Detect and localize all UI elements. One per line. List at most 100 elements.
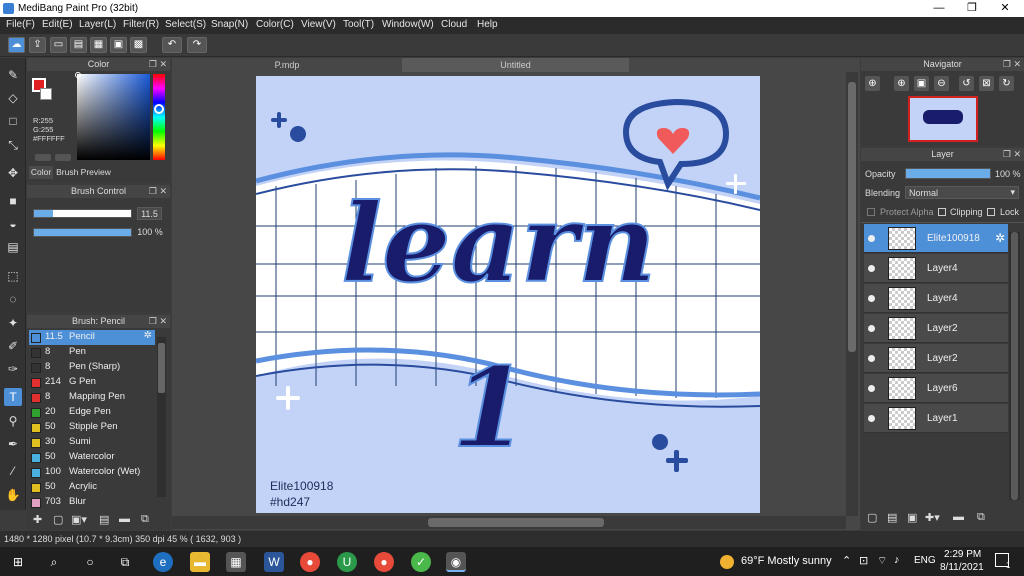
brush-list-scrollbar[interactable] bbox=[157, 337, 166, 497]
rotate-right-icon[interactable]: ↻ bbox=[999, 76, 1014, 91]
rectangle-tool-icon[interactable]: □ bbox=[4, 112, 22, 130]
language-indicator[interactable]: ENG bbox=[914, 555, 936, 566]
menu-color[interactable]: Color(C) bbox=[256, 19, 294, 30]
upload-icon[interactable]: ⇪ bbox=[29, 37, 46, 53]
gradient-tool-icon[interactable]: ▤ bbox=[4, 238, 22, 256]
secondary-color-swatch[interactable] bbox=[40, 88, 52, 100]
close-button[interactable]: ✕ bbox=[988, 0, 1022, 17]
zoom-plus-icon[interactable]: ⊕ bbox=[894, 76, 909, 91]
gear-icon[interactable]: ✲ bbox=[144, 330, 152, 341]
protect-alpha-checkbox[interactable] bbox=[867, 208, 875, 216]
menu-filter[interactable]: Filter(R) bbox=[123, 19, 159, 30]
brush-size-slider[interactable] bbox=[33, 209, 132, 218]
color-picker-cursor[interactable] bbox=[75, 72, 81, 78]
panel-close-icon[interactable]: ❐ ✕ bbox=[149, 58, 167, 71]
color-mode-button[interactable] bbox=[35, 154, 51, 161]
layer-row[interactable]: Layer1 bbox=[864, 404, 1008, 433]
layer-duplicate-icon[interactable]: ⧉ bbox=[977, 511, 985, 524]
brush-tool-icon[interactable]: ✎ bbox=[4, 66, 22, 84]
app-u-icon[interactable]: U bbox=[337, 552, 357, 572]
visibility-eye-icon[interactable] bbox=[868, 265, 875, 272]
brush-size-value[interactable]: 11.5 bbox=[137, 207, 162, 220]
brush-item[interactable]: 30 Sumi bbox=[29, 435, 155, 450]
menu-select[interactable]: Select(S) bbox=[165, 19, 206, 30]
doc-tab-untitled[interactable]: Untitled bbox=[402, 58, 629, 72]
doc-tab-pmdp[interactable]: P.mdp bbox=[172, 58, 402, 72]
lock-checkbox[interactable] bbox=[987, 208, 995, 216]
tab-brush-preview[interactable]: Brush Preview bbox=[56, 166, 111, 179]
volume-icon[interactable]: ♪ bbox=[894, 554, 900, 566]
chrome-icon[interactable]: ● bbox=[300, 552, 320, 572]
fill-rect-tool-icon[interactable]: ■ bbox=[4, 192, 22, 210]
brush-item[interactable]: 50 Stipple Pen bbox=[29, 420, 155, 435]
brush-opacity-slider[interactable] bbox=[33, 228, 132, 237]
saturation-value-picker[interactable] bbox=[77, 74, 150, 160]
brush-item[interactable]: 8 Pen (Sharp) bbox=[29, 360, 155, 375]
menu-cloud[interactable]: Cloud bbox=[441, 19, 467, 30]
panel-close-icon[interactable]: ❐ ✕ bbox=[1003, 58, 1021, 71]
hue-slider[interactable] bbox=[153, 74, 165, 160]
panel-close-icon[interactable]: ❐ ✕ bbox=[149, 315, 167, 328]
brush-item[interactable]: 8 Mapping Pen bbox=[29, 390, 155, 405]
menu-view[interactable]: View(V) bbox=[301, 19, 336, 30]
brush-menu-icon[interactable]: ▣▾ bbox=[71, 513, 87, 526]
edge-icon[interactable]: e bbox=[153, 552, 173, 572]
line-tool-icon[interactable]: ⤡ bbox=[4, 136, 22, 154]
menu-window[interactable]: Window(W) bbox=[382, 19, 434, 30]
visibility-eye-icon[interactable] bbox=[868, 295, 875, 302]
color-swap-button[interactable] bbox=[55, 154, 71, 161]
medibang-taskbar-icon[interactable]: ◉ bbox=[446, 552, 466, 572]
menu-tool[interactable]: Tool(T) bbox=[343, 19, 374, 30]
layer-list-scrollbar[interactable] bbox=[1009, 232, 1020, 500]
navigator-preview[interactable] bbox=[908, 96, 978, 142]
wifi-icon[interactable]: ⌔ bbox=[877, 554, 887, 568]
brush-delete-icon[interactable]: ⧉ bbox=[141, 513, 149, 526]
tab-color[interactable]: Color bbox=[29, 166, 53, 179]
layer-scroll-thumb[interactable] bbox=[1011, 232, 1018, 500]
canvas-vertical-scrollbar[interactable] bbox=[846, 72, 858, 516]
speech-bubble-icon[interactable]: ▭ bbox=[50, 37, 67, 53]
layer-add-menu-icon[interactable]: ✚▾ bbox=[925, 511, 940, 524]
select-tool-icon[interactable]: ⬚ bbox=[4, 267, 22, 285]
chrome-profile-icon[interactable]: ● bbox=[374, 552, 394, 572]
rotate-left-icon[interactable]: ↺ bbox=[959, 76, 974, 91]
fit-icon[interactable]: ▣ bbox=[914, 76, 929, 91]
select-eraser-tool-icon[interactable]: ✑ bbox=[4, 360, 22, 378]
panel-close-icon[interactable]: ❐ ✕ bbox=[149, 185, 167, 198]
brush-item[interactable]: 50 Acrylic bbox=[29, 480, 155, 495]
operation-tool-icon[interactable]: ⚲ bbox=[4, 412, 22, 430]
layer-row[interactable]: Layer2 bbox=[864, 344, 1008, 373]
brush-item[interactable]: 214 G Pen bbox=[29, 375, 155, 390]
redo-icon[interactable]: ↷ bbox=[187, 37, 207, 53]
word-icon[interactable]: W bbox=[264, 552, 284, 572]
comment-icon[interactable]: ▤ bbox=[70, 37, 87, 53]
cloud-icon[interactable]: ☁ bbox=[8, 37, 25, 53]
new-brush-icon[interactable]: ▢ bbox=[53, 513, 63, 526]
hand-tool-icon[interactable]: ✋ bbox=[4, 486, 22, 504]
chevron-up-icon[interactable]: ⌃ bbox=[842, 554, 851, 567]
maximize-button[interactable]: ❐ bbox=[955, 0, 989, 17]
canvas-horizontal-scrollbar[interactable] bbox=[172, 516, 846, 529]
visibility-eye-icon[interactable] bbox=[868, 355, 875, 362]
vertical-scroll-thumb[interactable] bbox=[848, 82, 856, 352]
blending-select[interactable]: Normal ▾ bbox=[905, 186, 1019, 199]
menu-snap[interactable]: Snap(N) bbox=[211, 19, 248, 30]
menu-edit[interactable]: Edit(E) bbox=[42, 19, 73, 30]
menu-help[interactable]: Help bbox=[477, 19, 498, 30]
clock-date[interactable]: 8/11/2021 bbox=[940, 562, 984, 573]
brush-folder-icon[interactable]: ▬ bbox=[119, 513, 130, 525]
layer-row[interactable]: Layer4 bbox=[864, 254, 1008, 283]
grid-icon[interactable]: ▩ bbox=[130, 37, 147, 53]
zoom-out-icon[interactable]: ⊖ bbox=[934, 76, 949, 91]
reset-view-icon[interactable]: ⊠ bbox=[979, 76, 994, 91]
magic-wand-tool-icon[interactable]: ✦ bbox=[4, 314, 22, 332]
select-pen-tool-icon[interactable]: ✐ bbox=[4, 337, 22, 355]
minimize-button[interactable]: — bbox=[922, 0, 956, 17]
lasso-tool-icon[interactable]: ◌ bbox=[4, 290, 22, 308]
zoom-in-icon[interactable]: ⊕ bbox=[865, 76, 880, 91]
file-explorer-icon[interactable]: ▬ bbox=[190, 552, 210, 572]
brush-item[interactable]: 8 Pen bbox=[29, 345, 155, 360]
move-tool-icon[interactable]: ✥ bbox=[4, 164, 22, 182]
visibility-eye-icon[interactable] bbox=[868, 415, 875, 422]
document-icon[interactable]: ▦ bbox=[90, 37, 107, 53]
